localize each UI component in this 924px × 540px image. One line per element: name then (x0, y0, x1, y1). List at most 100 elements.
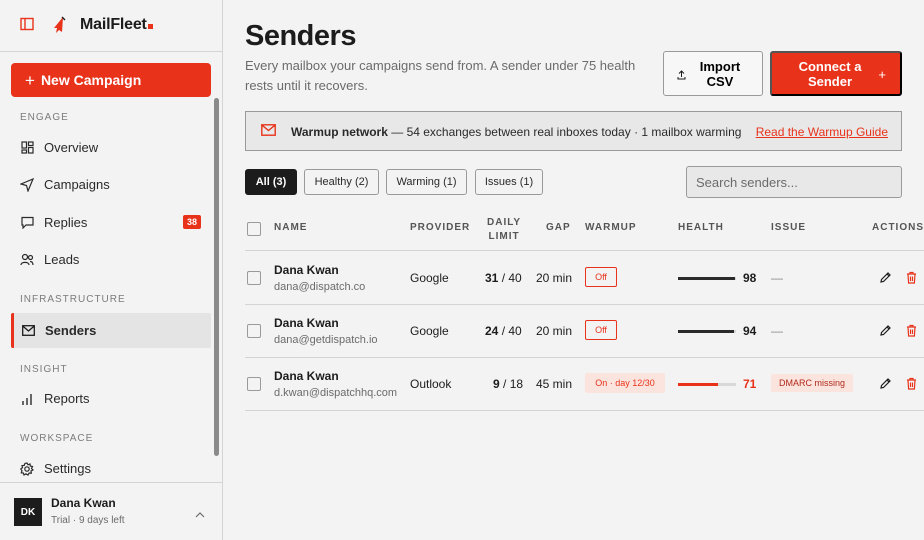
col-health: HEALTH (678, 222, 724, 233)
edit-icon[interactable] (879, 271, 892, 289)
warmup-toggle[interactable]: Off (585, 267, 617, 287)
table-header: NAME PROVIDER DAILY LIMIT GAP WARMUP HEAL… (245, 211, 924, 251)
table-row[interactable]: Dana Kwan dana@dispatch.co Google 31 / 4… (245, 252, 924, 305)
sender-name: Dana Kwan (274, 316, 339, 330)
col-issue: ISSUE (771, 222, 807, 233)
filter-tab-all[interactable]: All (3) (245, 169, 297, 195)
col-provider: PROVIDER (410, 222, 471, 233)
select-all-checkbox[interactable] (247, 222, 261, 236)
upload-icon (677, 68, 686, 83)
sidebar-item-reports[interactable]: Reports (11, 381, 211, 416)
sender-provider: Google (410, 271, 449, 285)
sidebar-item-label: Leads (44, 252, 80, 267)
health-score: 71 (743, 377, 757, 391)
replies-count-badge: 38 (182, 215, 201, 229)
health-bar (678, 383, 736, 386)
warmup-status[interactable]: On · day 12/30 (585, 373, 665, 393)
page-subtitle: Every mailbox your campaigns send from. … (245, 58, 636, 93)
sender-gap: 45 min (536, 377, 573, 391)
bar-chart-icon (20, 392, 34, 406)
page-title: Senders (245, 20, 356, 52)
sidebar-item-campaigns[interactable]: Campaigns (11, 167, 211, 202)
health-score: 94 (743, 324, 757, 338)
filter-tab-issues[interactable]: Issues (1) (475, 169, 543, 195)
issue-text: — (771, 271, 783, 285)
sidebar-item-label: Campaigns (44, 177, 110, 192)
sidebar-item-replies[interactable]: Replies 38 (11, 205, 211, 240)
health-score: 98 (743, 271, 757, 285)
chevron-up-icon[interactable] (195, 505, 205, 523)
issue-text: — (771, 324, 783, 338)
grid-icon (20, 141, 34, 155)
warmup-guide-link[interactable]: Read the Warmup Guide (756, 125, 888, 139)
trash-icon[interactable] (906, 324, 917, 342)
search-input[interactable] (686, 166, 902, 198)
warmup-banner-text: Warmup network — 54 exchanges between re… (291, 125, 741, 139)
health-bar-fill (678, 383, 718, 386)
sender-email: dana@getdispatch.io (274, 334, 378, 346)
sidebar-item-senders[interactable]: Senders (11, 313, 211, 348)
sidebar-scrollbar[interactable] (214, 98, 219, 456)
nav-section-infrastructure: INFRASTRUCTURE (20, 294, 126, 305)
trash-icon[interactable] (906, 377, 917, 395)
col-gap: GAP (546, 222, 571, 233)
plus-icon: + (25, 70, 35, 90)
connect-sender-label: Connect a Sender (798, 58, 862, 89)
sender-email: dana@dispatch.co (274, 281, 366, 293)
sender-gap: 20 min (536, 324, 573, 338)
new-campaign-label: New Campaign (40, 72, 142, 88)
col-warmup: WARMUP (585, 222, 637, 233)
import-csv-label: Import CSV (699, 58, 741, 89)
edit-icon[interactable] (879, 324, 892, 342)
sidebar-item-label: Reports (44, 391, 90, 406)
col-actions: ACTIONS (872, 222, 924, 233)
warmup-banner-title: Warmup network (291, 125, 388, 139)
sidebar-toggle-icon[interactable] (20, 17, 34, 36)
sidebar-item-label: Replies (44, 215, 88, 230)
avatar: DK (14, 498, 42, 526)
warmup-banner: Warmup network — 54 exchanges between re… (245, 111, 902, 151)
limit-count: / 40 (498, 271, 522, 285)
sidebar: MailFleet + New Campaign ENGAGE Overview… (0, 0, 223, 540)
sender-daily-limit: 9 / 18 (493, 377, 523, 391)
connect-sender-button[interactable]: Connect a Sender + (770, 51, 902, 96)
sender-daily-limit: 31 / 40 (485, 271, 522, 285)
import-csv-button[interactable]: Import CSV (663, 51, 763, 96)
user-menu[interactable]: DK Dana Kwan Trial · 9 days left (0, 482, 222, 540)
sidebar-item-overview[interactable]: Overview (11, 130, 211, 165)
row-checkbox[interactable] (247, 271, 261, 285)
row-checkbox[interactable] (247, 377, 261, 391)
nav-section-engage: ENGAGE (20, 112, 69, 123)
table-row[interactable]: Dana Kwan d.kwan@dispatchhq.com Outlook … (245, 358, 924, 411)
edit-icon[interactable] (879, 377, 892, 395)
table-row[interactable]: Dana Kwan dana@getdispatch.io Google 24 … (245, 305, 924, 358)
filter-tab-warming[interactable]: Warming (1) (386, 169, 467, 195)
brand-name: MailFleet (80, 16, 153, 34)
sent-count: 24 (485, 324, 499, 338)
warmup-toggle[interactable]: Off (585, 320, 617, 340)
chat-icon (20, 216, 34, 230)
row-checkbox[interactable] (247, 324, 261, 338)
new-campaign-button[interactable]: + New Campaign (11, 63, 211, 97)
sender-provider: Outlook (410, 377, 452, 391)
sidebar-item-label: Overview (44, 140, 99, 155)
sidebar-item-settings[interactable]: Settings (11, 451, 211, 476)
col-name: NAME (274, 222, 308, 233)
brand-header: MailFleet (0, 0, 222, 52)
users-icon (20, 253, 34, 267)
sent-count: 31 (485, 271, 499, 285)
health-bar-fill (678, 330, 734, 333)
health-bar (678, 277, 736, 280)
nav-section-insight: INSIGHT (20, 364, 68, 375)
gear-icon (20, 461, 34, 476)
col-daily-limit: DAILY LIMIT (487, 216, 521, 244)
sender-provider: Google (410, 324, 449, 338)
user-plan: Trial · 9 days left (51, 515, 125, 526)
sent-count: 9 (493, 377, 500, 391)
sidebar-item-leads[interactable]: Leads (11, 242, 211, 277)
filter-tab-healthy[interactable]: Healthy (2) (304, 169, 379, 195)
trash-icon[interactable] (906, 271, 917, 289)
sender-daily-limit: 24 / 40 (485, 324, 522, 338)
sidebar-nav: ENGAGE Overview Campaigns Replies 38 Lea… (0, 104, 212, 476)
sidebar-item-label: Senders (45, 323, 97, 338)
